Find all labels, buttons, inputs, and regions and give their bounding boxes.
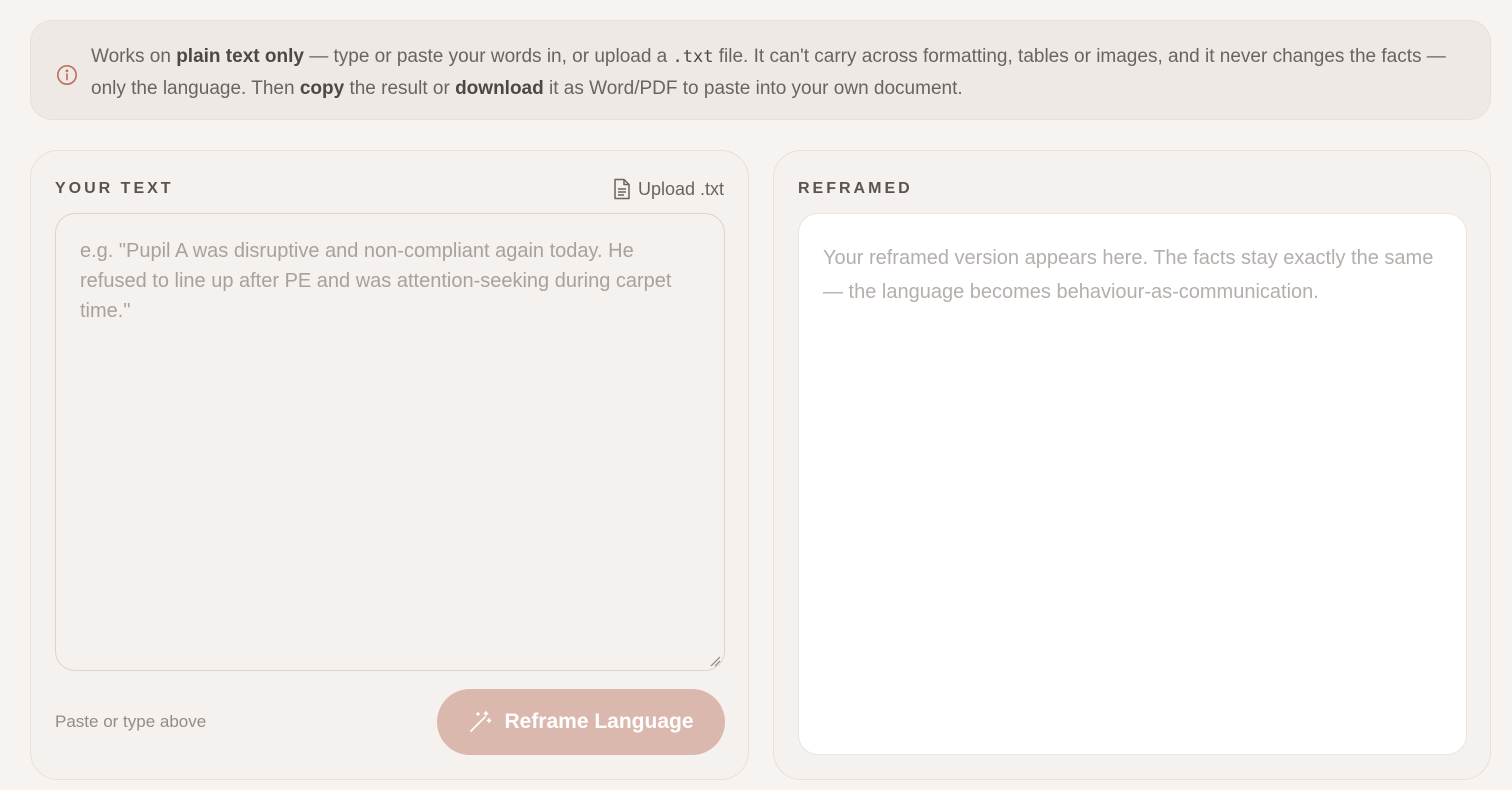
reframed-output: Your reframed version appears here. The … <box>798 213 1467 755</box>
input-panel: YOUR TEXT Upload .txt Paste or type abov… <box>30 150 749 780</box>
notice-emphasis-download: download <box>455 78 544 99</box>
source-text-input[interactable] <box>55 213 725 671</box>
input-hint: Paste or type above <box>55 712 207 731</box>
notice-emphasis-plain-text: plain text only <box>176 46 304 67</box>
notice-text: Works on plain text only — type or paste… <box>91 46 1446 99</box>
info-icon <box>57 65 77 85</box>
upload-txt-label: Upload .txt <box>637 178 724 199</box>
notice-code-txt: .txt <box>672 47 714 67</box>
magic-wand-icon <box>470 711 492 732</box>
resize-handle-icon[interactable] <box>710 656 721 667</box>
output-panel: REFRAMED Your reframed version appears h… <box>773 150 1491 780</box>
output-panel-label: REFRAMED <box>798 180 913 197</box>
input-panel-label: YOUR TEXT <box>55 180 174 197</box>
upload-txt-button[interactable]: Upload .txt <box>613 177 724 201</box>
file-icon <box>614 178 630 200</box>
output-placeholder: Your reframed version appears here. The … <box>823 247 1434 303</box>
reframe-language-label: Reframe Language <box>504 710 694 733</box>
notice-emphasis-copy: copy <box>299 78 345 99</box>
info-notice: Works on plain text only — type or paste… <box>30 20 1491 120</box>
reframe-language-button[interactable]: Reframe Language <box>437 689 725 755</box>
